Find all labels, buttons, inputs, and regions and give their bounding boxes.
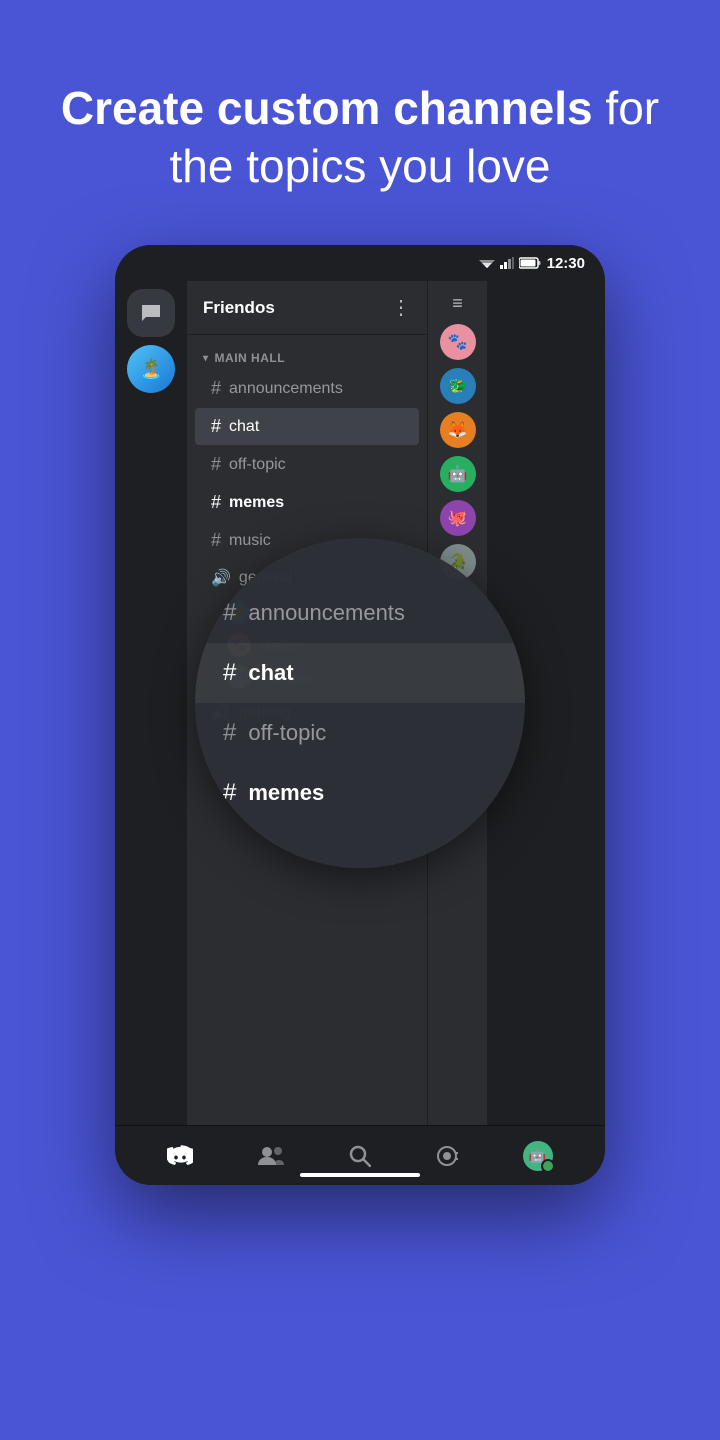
channel-announcements[interactable]: # announcements <box>195 370 419 407</box>
hash-icon: # <box>211 530 221 551</box>
friends-icon <box>258 1145 284 1167</box>
app-content: 🏝️ Friendos ⋮ ▾ MAIN HALL # <box>115 281 605 1125</box>
hash-icon: # <box>211 416 221 437</box>
hero-bold-text: Create custom channels <box>61 82 593 134</box>
zoom-channel-name: chat <box>248 660 293 686</box>
channel-name: announcements <box>229 380 343 398</box>
member-5: 🐙 <box>440 500 476 536</box>
server-options-button[interactable]: ⋮ <box>391 295 411 320</box>
hash-icon: # <box>211 492 221 513</box>
hash-icon: # <box>211 454 221 475</box>
zoom-channel-memes[interactable]: # memes <box>195 763 525 823</box>
zoom-hash-icon: # <box>223 659 236 687</box>
channel-name: music <box>229 532 271 550</box>
home-indicator <box>300 1173 420 1177</box>
phone-mockup: 12:30 🏝️ Friendos ⋮ <box>115 245 605 1225</box>
zoom-channel-name: off-topic <box>248 720 326 746</box>
channel-name: memes <box>229 494 284 512</box>
chat-bubble-icon <box>140 303 162 323</box>
server-sidebar: 🏝️ <box>115 281 187 1125</box>
zoom-channel-announcements[interactable]: # announcements <box>195 583 525 643</box>
nav-friends[interactable] <box>258 1145 284 1167</box>
channel-header: Friendos ⋮ <box>187 281 427 335</box>
channel-name: off-topic <box>229 456 286 474</box>
server-icon-1[interactable]: 🏝️ <box>127 345 175 393</box>
zoom-overlay: # announcements # chat # off-topic # mem… <box>195 538 525 868</box>
chat-server-icon[interactable] <box>127 289 175 337</box>
status-bar: 12:30 <box>115 245 605 281</box>
nav-search[interactable] <box>349 1145 371 1167</box>
phone-screen: 12:30 🏝️ Friendos ⋮ <box>115 245 605 1185</box>
nav-mentions[interactable] <box>436 1145 458 1167</box>
speaker-icon: 🔊 <box>211 568 231 588</box>
status-time: 12:30 <box>547 255 585 272</box>
channel-memes[interactable]: # memes <box>195 484 419 521</box>
nav-home[interactable] <box>167 1145 193 1167</box>
hash-icon: # <box>211 378 221 399</box>
server-name: Friendos <box>203 298 275 318</box>
member-2: 🐲 <box>440 368 476 404</box>
zoom-channel-name: announcements <box>248 600 405 626</box>
hero-line2: the topics you love <box>61 138 659 196</box>
members-menu-icon[interactable]: ≡ <box>448 289 467 318</box>
zoom-channel-chat[interactable]: # chat <box>195 643 525 703</box>
hero-section: Create custom channels for the topics yo… <box>1 0 719 235</box>
channel-name: chat <box>229 418 259 436</box>
battery-icon <box>519 257 541 269</box>
channel-off-topic[interactable]: # off-topic <box>195 446 419 483</box>
member-3: 🦊 <box>440 412 476 448</box>
zoom-channel-off-topic[interactable]: # off-topic <box>195 703 525 763</box>
mentions-icon <box>436 1145 458 1167</box>
status-icons <box>479 257 541 269</box>
zoom-channel-name: memes <box>248 780 324 806</box>
discord-icon <box>167 1145 193 1167</box>
channel-chat[interactable]: # chat <box>195 408 419 445</box>
zoom-hash-icon: # <box>223 719 236 747</box>
category-main-hall[interactable]: ▾ MAIN HALL <box>187 343 427 369</box>
category-label-text: MAIN HALL <box>215 351 286 365</box>
profile-avatar: 🤖 <box>523 1141 553 1171</box>
member-1: 🐾 <box>440 324 476 360</box>
hero-normal-text: for <box>593 82 659 134</box>
search-icon <box>349 1145 371 1167</box>
category-arrow: ▾ <box>203 353 209 364</box>
nav-profile[interactable]: 🤖 <box>523 1141 553 1171</box>
member-4: 🤖 <box>440 456 476 492</box>
wifi-icon <box>479 257 495 269</box>
signal-icon <box>500 257 514 269</box>
